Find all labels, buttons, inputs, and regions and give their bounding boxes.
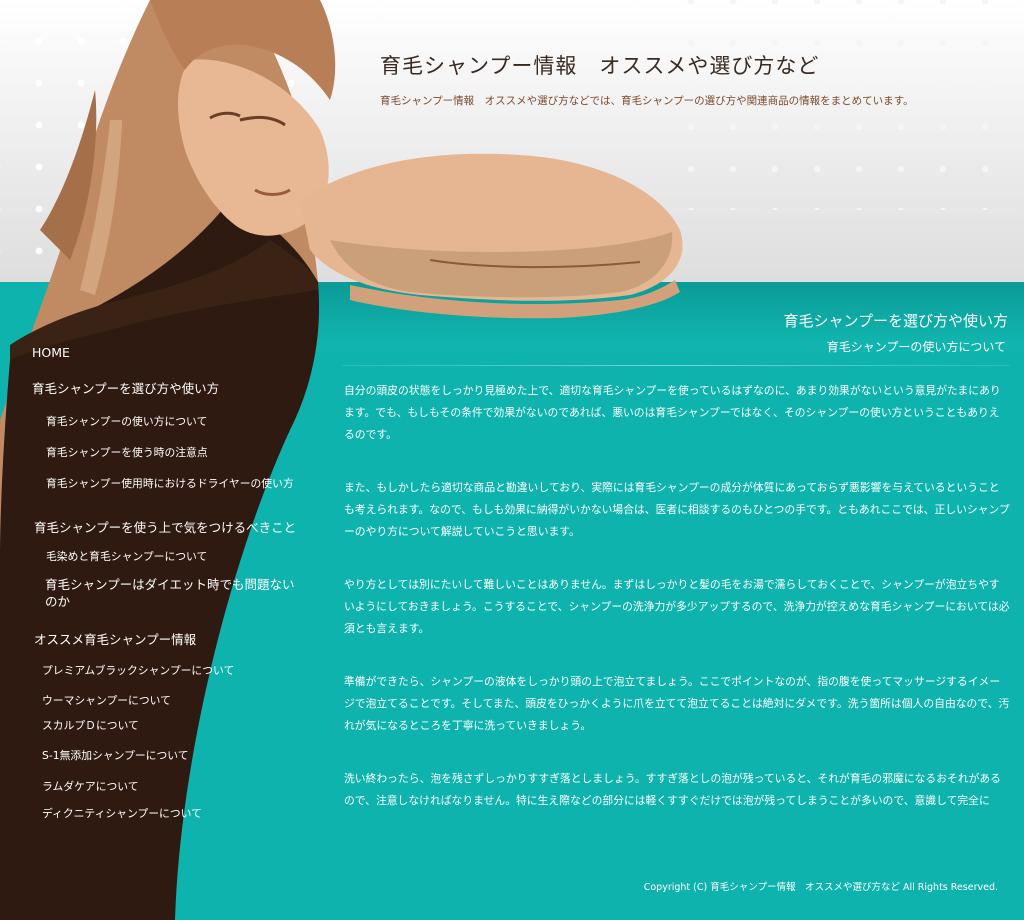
nav-item-hair-dye[interactable]: 毛染めと育毛シャンプーについて xyxy=(46,548,207,564)
page-title: 育毛シャンプーの使い方について xyxy=(826,340,1006,354)
paragraph: 自分の頭皮の状態をしっかり見極めた上で、適切な育毛シャンプーを使っているはずなの… xyxy=(344,384,1001,441)
paragraph: また、もしかしたら適切な商品と勘違いしており、実際には育毛シャンプーの成分が体質… xyxy=(344,481,1010,538)
article-body: 自分の頭皮の状態をしっかり見極めた上で、適切な育毛シャンプーを使っているはずなの… xyxy=(344,380,1010,843)
nav-section-cautions[interactable]: 育毛シャンプーを使う上で気をつけるべきこと xyxy=(34,517,296,536)
nav-item-uma[interactable]: ウーマシャンプーについて xyxy=(42,692,171,708)
paragraph: 洗い終わったら、泡を残さずしっかりすすぎ落としましょう。すすぎ落としの泡が残って… xyxy=(344,772,1001,807)
nav-home[interactable]: HOME xyxy=(32,345,70,360)
nav-item-scalp-d[interactable]: スカルプＤについて xyxy=(42,717,139,733)
nav-item-lambda-care[interactable]: ラムダケアについて xyxy=(42,778,139,794)
nav-section-recommended[interactable]: オススメ育毛シャンプー情報 xyxy=(34,629,196,648)
nav-item-s1[interactable]: S-1無添加シャンプーについて xyxy=(42,747,189,763)
nav-item-diet[interactable]: 育毛シャンプーはダイエット時でも問題ないのか xyxy=(45,576,295,610)
copyright: Copyright (C) 育毛シャンプー情報 オススメや選び方など All R… xyxy=(643,882,998,893)
paragraph: やり方としては別にたいして難しいことはありません。まずはしっかりと髪の毛をお湯で… xyxy=(344,578,1010,635)
nav-section-choose-use[interactable]: 育毛シャンプーを選び方や使い方 xyxy=(32,378,219,397)
nav-item-usage[interactable]: 育毛シャンプーの使い方について xyxy=(46,413,207,429)
paragraph: 準備ができたら、シャンプーの液体をしっかり頭の上で泡立てましょう。ここでポイント… xyxy=(344,675,1010,732)
page: 育毛シャンプー情報 オススメや選び方など 育毛シャンプー情報 オススメや選び方な… xyxy=(0,0,1024,920)
nav-item-dryer[interactable]: 育毛シャンプー使用時におけるドライヤーの使い方 xyxy=(46,475,294,491)
divider xyxy=(342,365,1010,366)
nav-item-premium-black[interactable]: プレミアムブラックシャンプーについて xyxy=(42,662,234,678)
nav-item-dignity[interactable]: ディクニティシャンプーについて xyxy=(42,805,202,821)
site-description: 育毛シャンプー情報 オススメや選び方などでは、育毛シャンプーの選び方や関連商品の… xyxy=(380,95,914,107)
nav-item-caution[interactable]: 育毛シャンプーを使う時の注意点 xyxy=(46,444,208,460)
section-title: 育毛シャンプーを選び方や使い方 xyxy=(783,312,1008,330)
site-title[interactable]: 育毛シャンプー情報 オススメや選び方など xyxy=(380,50,819,80)
